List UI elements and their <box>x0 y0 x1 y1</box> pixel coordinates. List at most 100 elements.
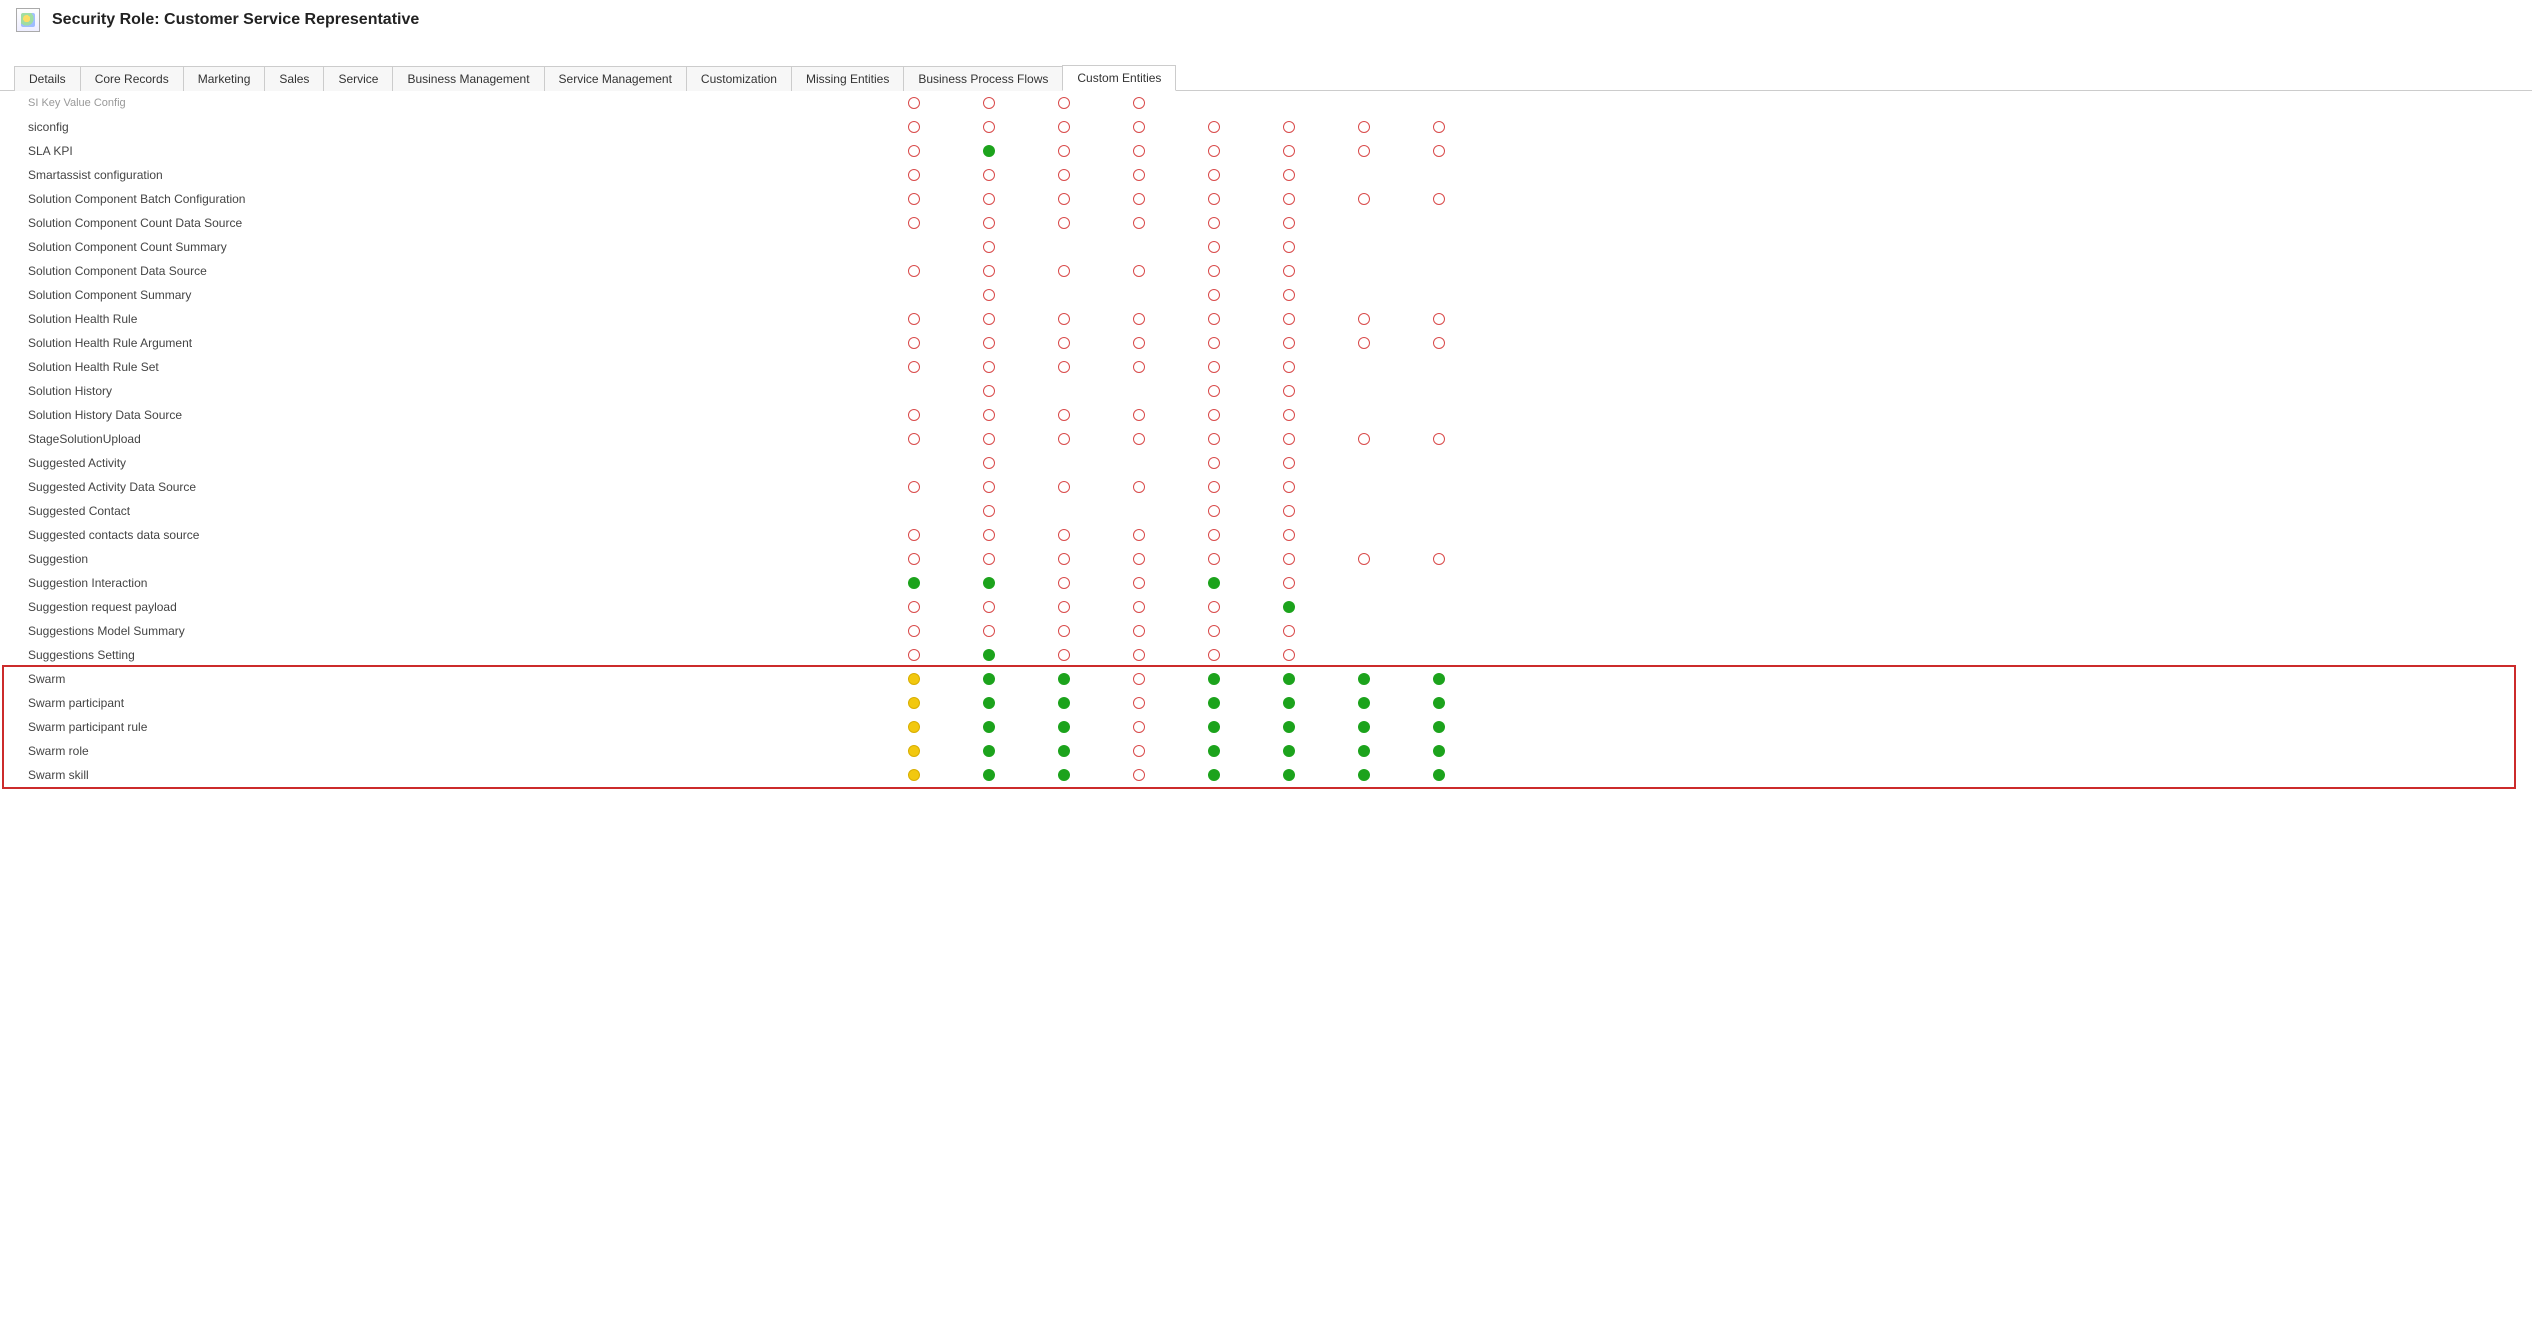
tab-core-records[interactable]: Core Records <box>80 66 184 91</box>
privilege-cell[interactable] <box>1101 409 1176 421</box>
privilege-cell[interactable] <box>951 241 1026 253</box>
privilege-cell[interactable] <box>1101 289 1176 301</box>
privilege-cell[interactable] <box>1401 433 1476 445</box>
privilege-cell[interactable] <box>1026 289 1101 301</box>
privilege-cell[interactable] <box>951 673 1026 685</box>
privilege-cell[interactable] <box>1401 745 1476 757</box>
privilege-cell[interactable] <box>1026 241 1101 253</box>
privilege-cell[interactable] <box>951 337 1026 349</box>
privilege-cell[interactable] <box>1326 673 1401 685</box>
privilege-cell[interactable] <box>951 385 1026 397</box>
privilege-cell[interactable] <box>1026 673 1101 685</box>
privilege-cell[interactable] <box>1176 265 1251 277</box>
privilege-cell[interactable] <box>1176 433 1251 445</box>
privilege-cell[interactable] <box>1401 337 1476 349</box>
privilege-cell[interactable] <box>1401 481 1476 493</box>
privilege-cell[interactable] <box>1326 577 1401 589</box>
privilege-cell[interactable] <box>1026 169 1101 181</box>
privilege-cell[interactable] <box>876 241 951 253</box>
privilege-cell[interactable] <box>1026 601 1101 613</box>
privilege-cell[interactable] <box>1401 697 1476 709</box>
privilege-cell[interactable] <box>876 721 951 733</box>
privilege-cell[interactable] <box>1251 769 1326 781</box>
privilege-cell[interactable] <box>876 625 951 637</box>
privilege-cell[interactable] <box>1101 97 1176 109</box>
privilege-cell[interactable] <box>1026 481 1101 493</box>
privilege-cell[interactable] <box>876 337 951 349</box>
privilege-cell[interactable] <box>1326 649 1401 661</box>
privilege-cell[interactable] <box>1176 97 1251 109</box>
privilege-cell[interactable] <box>876 745 951 757</box>
privilege-cell[interactable] <box>1176 241 1251 253</box>
privilege-cell[interactable] <box>1401 121 1476 133</box>
privilege-cell[interactable] <box>1401 649 1476 661</box>
tab-sales[interactable]: Sales <box>264 66 324 91</box>
privilege-cell[interactable] <box>1326 457 1401 469</box>
privilege-cell[interactable] <box>951 457 1026 469</box>
privilege-cell[interactable] <box>1026 337 1101 349</box>
privilege-cell[interactable] <box>1026 193 1101 205</box>
privilege-cell[interactable] <box>1251 673 1326 685</box>
tab-business-management[interactable]: Business Management <box>392 66 544 91</box>
privilege-cell[interactable] <box>1401 145 1476 157</box>
privilege-cell[interactable] <box>1101 529 1176 541</box>
privilege-cell[interactable] <box>876 145 951 157</box>
privilege-cell[interactable] <box>1326 529 1401 541</box>
privilege-cell[interactable] <box>876 289 951 301</box>
privilege-cell[interactable] <box>1026 217 1101 229</box>
privilege-cell[interactable] <box>1101 721 1176 733</box>
privilege-cell[interactable] <box>1326 481 1401 493</box>
privilege-cell[interactable] <box>1101 337 1176 349</box>
privilege-cell[interactable] <box>1176 385 1251 397</box>
privilege-cell[interactable] <box>1101 601 1176 613</box>
privilege-cell[interactable] <box>1176 697 1251 709</box>
tab-missing-entities[interactable]: Missing Entities <box>791 66 904 91</box>
tab-details[interactable]: Details <box>14 66 81 91</box>
privilege-cell[interactable] <box>1326 313 1401 325</box>
privilege-cell[interactable] <box>951 769 1026 781</box>
privilege-cell[interactable] <box>1026 745 1101 757</box>
privilege-cell[interactable] <box>1251 529 1326 541</box>
privilege-cell[interactable] <box>1026 721 1101 733</box>
privilege-cell[interactable] <box>1101 385 1176 397</box>
privilege-cell[interactable] <box>1176 169 1251 181</box>
privilege-cell[interactable] <box>1326 721 1401 733</box>
tab-service-management[interactable]: Service Management <box>544 66 687 91</box>
privilege-cell[interactable] <box>951 121 1026 133</box>
privilege-cell[interactable] <box>951 145 1026 157</box>
privilege-cell[interactable] <box>1251 409 1326 421</box>
privilege-cell[interactable] <box>1026 529 1101 541</box>
privilege-cell[interactable] <box>951 553 1026 565</box>
privilege-cell[interactable] <box>1176 289 1251 301</box>
privilege-cell[interactable] <box>1251 601 1326 613</box>
privilege-cell[interactable] <box>1176 145 1251 157</box>
privilege-cell[interactable] <box>951 193 1026 205</box>
privilege-cell[interactable] <box>1401 265 1476 277</box>
privilege-cell[interactable] <box>1401 457 1476 469</box>
privilege-cell[interactable] <box>1251 265 1326 277</box>
privilege-cell[interactable] <box>1251 433 1326 445</box>
privilege-cell[interactable] <box>951 721 1026 733</box>
privilege-cell[interactable] <box>951 577 1026 589</box>
privilege-cell[interactable] <box>876 217 951 229</box>
tab-custom-entities[interactable]: Custom Entities <box>1062 65 1176 91</box>
privilege-cell[interactable] <box>1026 553 1101 565</box>
privilege-cell[interactable] <box>1401 169 1476 181</box>
privilege-cell[interactable] <box>876 481 951 493</box>
privilege-cell[interactable] <box>1326 553 1401 565</box>
privilege-cell[interactable] <box>1326 289 1401 301</box>
privilege-cell[interactable] <box>951 169 1026 181</box>
privilege-cell[interactable] <box>1251 121 1326 133</box>
privilege-cell[interactable] <box>1026 625 1101 637</box>
privilege-cell[interactable] <box>1176 121 1251 133</box>
privilege-cell[interactable] <box>1251 457 1326 469</box>
privilege-cell[interactable] <box>1251 505 1326 517</box>
privilege-cell[interactable] <box>1326 625 1401 637</box>
privilege-cell[interactable] <box>1101 433 1176 445</box>
privilege-cell[interactable] <box>1401 553 1476 565</box>
privilege-cell[interactable] <box>1251 217 1326 229</box>
privilege-cell[interactable] <box>1326 265 1401 277</box>
privilege-cell[interactable] <box>1326 361 1401 373</box>
privilege-cell[interactable] <box>951 649 1026 661</box>
tab-business-process-flows[interactable]: Business Process Flows <box>903 66 1063 91</box>
